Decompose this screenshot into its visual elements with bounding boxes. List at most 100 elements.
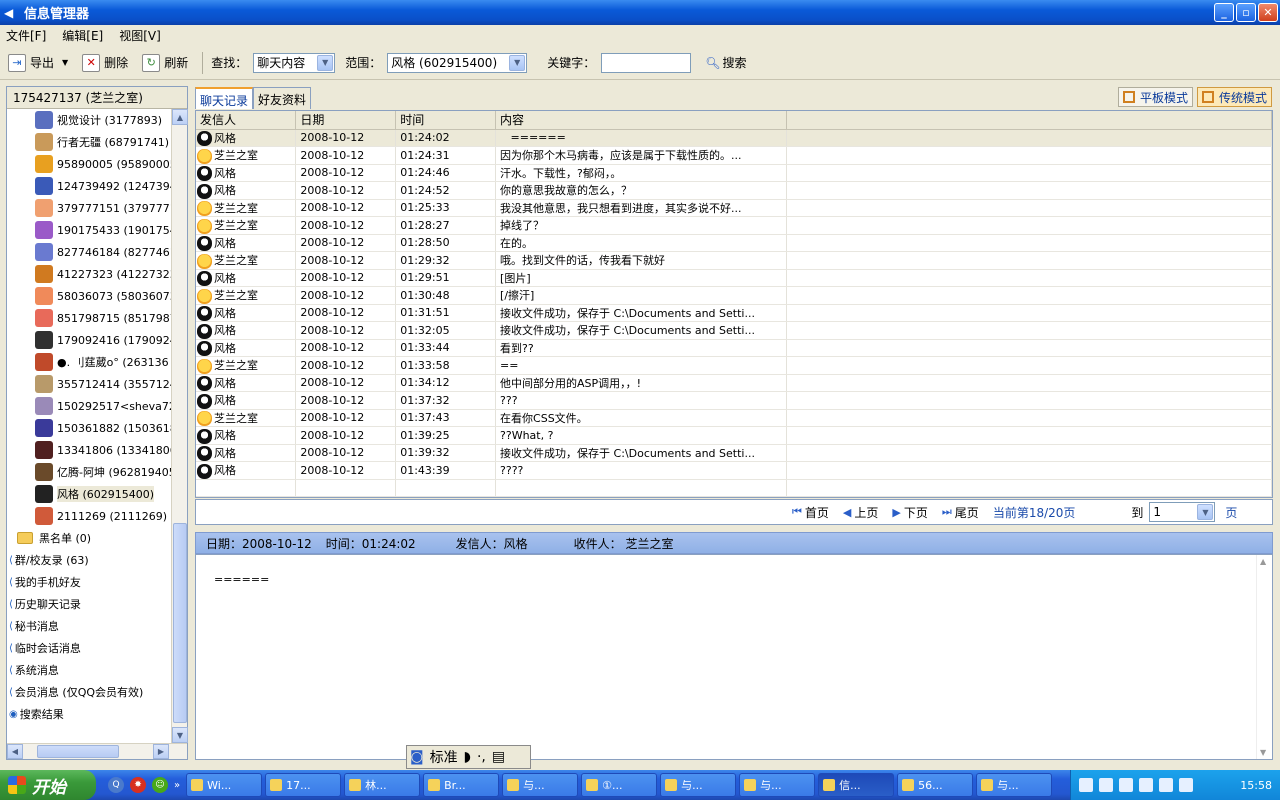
tree-vertical-scrollbar[interactable]: ▲ ▼ xyxy=(171,109,188,743)
taskbar-task[interactable]: 信... xyxy=(818,773,895,797)
menu-file[interactable]: 文件[F] xyxy=(6,27,46,44)
category-item[interactable]: ⟨ 系统消息 xyxy=(7,659,171,681)
chevron-down-icon[interactable]: ▼ xyxy=(509,54,526,71)
category-item[interactable]: ◉ 搜索结果 xyxy=(7,703,171,725)
scroll-down-icon[interactable]: ▼ xyxy=(172,727,188,743)
contact-item[interactable]: 379777151 (379777151 xyxy=(7,197,171,219)
taskbar-task[interactable]: 与... xyxy=(976,773,1053,797)
page-select[interactable]: 1 ▼ xyxy=(1149,502,1216,522)
prev-page-button[interactable]: ◀ 上页 xyxy=(843,504,878,521)
table-row[interactable]: 芝兰之室 2008-10-12 01:28:27 掉线了？ xyxy=(196,216,1272,235)
table-row[interactable]: 风格 2008-10-12 01:32:05 接收文件成功，保存于 C:\Docume… xyxy=(196,321,1272,340)
maximize-button[interactable]: ▫ xyxy=(1236,3,1256,22)
export-button[interactable]: ⇥ 导出 ▼ xyxy=(8,53,68,72)
taskbar-task[interactable]: 与... xyxy=(502,773,579,797)
contact-item[interactable]: 179092416 (17909241 xyxy=(7,329,171,351)
user-icon[interactable] xyxy=(1179,778,1193,792)
contact-item[interactable]: 13341806 (13341806) xyxy=(7,439,171,461)
dropdown-arrow-icon[interactable]: ▼ xyxy=(62,58,68,67)
contact-item[interactable]: 124739492 (124739492 xyxy=(7,175,171,197)
range-select[interactable]: 风格 (602915400) ▼ xyxy=(387,52,528,73)
antivirus-icon[interactable] xyxy=(1159,778,1173,792)
scroll-left-icon[interactable]: ◀ xyxy=(7,744,23,759)
taskbar-task[interactable]: ①... xyxy=(581,773,658,797)
table-row[interactable]: 风格 2008-10-12 01:29:51 [图片] xyxy=(196,269,1272,287)
help-icon[interactable] xyxy=(1099,778,1113,792)
menu-view[interactable]: 视图[V] xyxy=(119,27,161,44)
chat-icon[interactable]: ☺ xyxy=(152,777,168,793)
contact-item[interactable]: 亿腾-阿坤 (962819405 xyxy=(7,461,171,483)
tray-app-icon[interactable] xyxy=(1079,778,1093,792)
taskbar-task[interactable]: 林... xyxy=(344,773,421,797)
contact-item[interactable]: 58036073 (58036073) xyxy=(7,285,171,307)
table-row[interactable]: 芝兰之室 2008-10-12 01:29:32 哦。找到文件的话，传我看下就好 xyxy=(196,251,1272,270)
scroll-up-icon[interactable]: ▲ xyxy=(172,109,188,125)
table-row[interactable]: 风格 2008-10-12 01:34:12 他中间部分用的ASP调用，，! xyxy=(196,374,1272,392)
contact-item[interactable]: 视觉设计 (3177893) xyxy=(7,109,171,131)
chevron-down-icon[interactable]: ▼ xyxy=(317,54,334,71)
scroll-up-icon[interactable]: ▲ xyxy=(1260,557,1266,566)
table-row[interactable]: 风格 2008-10-12 01:39:32 接收文件成功，保存于 C:\Docume… xyxy=(196,444,1272,462)
search-button[interactable]: 🔍︎ 搜索 xyxy=(705,54,746,71)
table-row[interactable]: 芝兰之室 2008-10-12 01:37:43 在看你CSS文件。 xyxy=(196,409,1272,427)
first-page-button[interactable]: ⏮ 首页 xyxy=(792,504,829,521)
keyboard-icon[interactable]: ▤ xyxy=(492,749,505,765)
table-row[interactable]: 风格 2008-10-12 01:39:25 ??What, ? xyxy=(196,426,1272,445)
scroll-down-icon[interactable]: ▼ xyxy=(1260,748,1266,757)
category-item[interactable]: ⟨ 我的手机好友 xyxy=(7,571,171,593)
table-row[interactable]: 风格 2008-10-12 01:43:39???? xyxy=(196,461,1272,480)
contact-item[interactable]: 2111269 (2111269) xyxy=(7,505,171,527)
table-row[interactable]: 风格 2008-10-12 01:31:51 接收文件成功，保存于 C:\Docume… xyxy=(196,304,1272,322)
qq-icon[interactable]: Q xyxy=(108,777,124,793)
table-row[interactable]: 风格 2008-10-12 01:24:52 你的意思我故意的怎么，？ xyxy=(196,181,1272,200)
column-header-time[interactable]: 时间 xyxy=(395,111,497,130)
contact-item[interactable]: 95890005 (95890005) xyxy=(7,153,171,175)
category-item[interactable]: ⟨ 临时会话消息 xyxy=(7,637,171,659)
contact-item[interactable]: 风格 (602915400) xyxy=(7,483,171,505)
next-page-button[interactable]: ▶ 下页 xyxy=(892,504,927,521)
table-row[interactable]: 风格 2008-10-12 01:37:32??? xyxy=(196,391,1272,410)
group-item[interactable]: 黑名单 (0) xyxy=(7,527,171,549)
column-header-content[interactable]: 内容 xyxy=(495,111,787,130)
contact-item[interactable]: 150361882 (15036188 xyxy=(7,417,171,439)
taskbar-task[interactable]: Br... xyxy=(423,773,500,797)
contact-item[interactable]: 827746184 (82774618 xyxy=(7,241,171,263)
more-icon[interactable]: » xyxy=(174,780,180,791)
detail-scrollbar[interactable]: ▲ ▼ xyxy=(1256,555,1272,759)
delete-button[interactable]: ✕ 删除 xyxy=(82,53,128,72)
table-row[interactable]: 风格 2008-10-12 01:24:02 ====== xyxy=(196,129,1272,147)
tab-chat-records[interactable]: 聊天记录 xyxy=(195,87,254,109)
refresh-button[interactable]: ↻ 刷新 xyxy=(142,53,188,72)
tree-horizontal-scrollbar[interactable]: ◀ ▶ xyxy=(7,743,187,759)
contact-item[interactable]: 150292517<sheva7251 xyxy=(7,395,171,417)
column-header-date[interactable]: 日期 xyxy=(295,111,397,130)
browser-icon[interactable]: ✸ xyxy=(130,777,146,793)
tab-friend-info[interactable]: 好友资料 xyxy=(253,87,312,109)
scrollbar-thumb[interactable] xyxy=(173,523,187,723)
table-row[interactable]: 芝兰之室 2008-10-12 01:33:58 == xyxy=(196,356,1272,375)
table-row[interactable]: 芝兰之室 2008-10-12 01:30:48 [/擦汗] xyxy=(196,286,1272,305)
taskbar-task[interactable]: 56... xyxy=(897,773,974,797)
category-item[interactable]: ⟨ 群/校友录 (63) xyxy=(7,549,171,571)
contact-item[interactable]: 851798715 (851798715 xyxy=(7,307,171,329)
taskbar-task[interactable]: 17... xyxy=(265,773,342,797)
scrollbar-thumb[interactable] xyxy=(37,745,119,758)
taskbar-task[interactable]: 与... xyxy=(660,773,737,797)
contact-item[interactable]: 190175433 (190175433 xyxy=(7,219,171,241)
table-row[interactable]: 风格 2008-10-12 01:24:46 汗水。下载性，?郁闷，。 xyxy=(196,164,1272,182)
network-icon[interactable] xyxy=(1139,778,1153,792)
ime-logo-icon[interactable]: ◙ xyxy=(410,749,424,765)
chevron-down-icon[interactable]: ▼ xyxy=(1197,504,1214,520)
taskbar-task[interactable]: Wi... xyxy=(186,773,263,797)
keyword-input[interactable] xyxy=(601,52,692,73)
menu-edit[interactable]: 编辑[E] xyxy=(62,27,103,44)
last-page-button[interactable]: ⏭ 尾页 xyxy=(942,504,979,521)
minimize-button[interactable]: _ xyxy=(1214,3,1234,22)
category-item[interactable]: ⟨ 会员消息 (仅QQ会员有效) xyxy=(7,681,171,703)
contact-item[interactable]: 行者无疆 (68791741) xyxy=(7,131,171,153)
contact-item[interactable]: 355712414 (35571241 xyxy=(7,373,171,395)
category-item[interactable]: ⟨ 秘书消息 xyxy=(7,615,171,637)
classic-mode-button[interactable]: 传统模式 xyxy=(1196,87,1272,107)
taskbar-task[interactable]: 与... xyxy=(739,773,816,797)
column-header-sender[interactable]: 发信人 xyxy=(196,111,297,130)
